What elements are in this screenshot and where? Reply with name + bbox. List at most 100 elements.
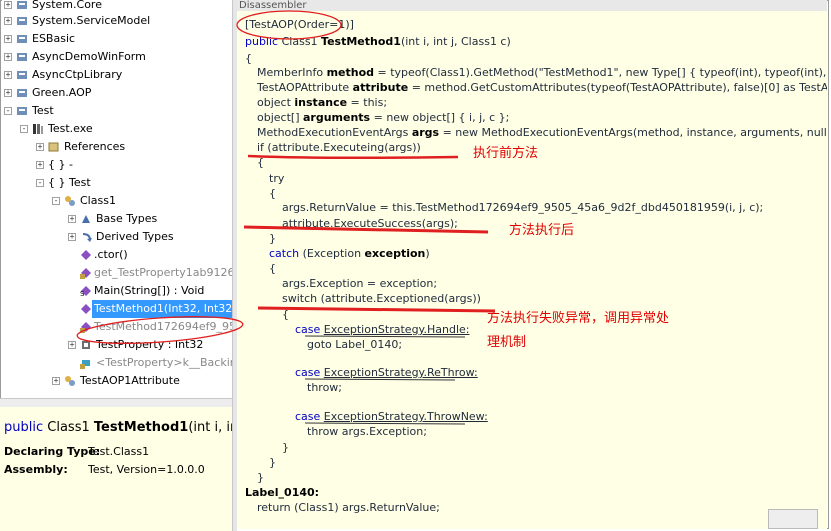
tree-item-asyncctplibrary[interactable]: + AsyncCtpLibrary (2, 66, 232, 84)
code-line-args: MethodExecutionEventArgs args = new Meth… (257, 126, 827, 139)
tree-item-label: Base Types (96, 212, 158, 225)
code-line-returnvalue: args.ReturnValue = this.TestMethod172694… (282, 201, 764, 214)
code-line-memberinfo: MemberInfo method = typeof(Class1).GetMe… (257, 66, 827, 79)
code-line-executesuccess: attribute.ExecuteSuccess(args); (282, 217, 458, 230)
disassembler-title: Disassembler (237, 0, 827, 11)
annotation-after: 方法执行后 (509, 223, 575, 238)
property-icon (82, 341, 90, 349)
tree-item-testproperty[interactable]: + TestProperty : Int32 (2, 336, 232, 354)
code-line-switch: switch (attribute.Exceptioned(args)) (282, 292, 481, 305)
expand-icon[interactable]: + (4, 1, 12, 9)
method-signature: public Class1 TestMethod1(int i, int j, (4, 420, 232, 435)
tree-item-asyncdemowinform[interactable]: + AsyncDemoWinForm (2, 48, 232, 66)
expand-icon[interactable]: + (4, 71, 12, 79)
code-brace: { (269, 262, 276, 275)
tree-item-base-types[interactable]: + Base Types (2, 210, 232, 228)
expand-icon[interactable]: + (4, 17, 12, 25)
code-brace: } (282, 441, 289, 454)
tree-item-label: Test (32, 104, 54, 117)
references-icon (48, 142, 59, 152)
tree-item-test[interactable]: - Test (2, 102, 232, 120)
code-brace: { (257, 156, 264, 169)
tree-item-label: Derived Types (96, 230, 174, 243)
tree-item-label: References (64, 140, 126, 153)
tree-item-green-aop[interactable]: + Green.AOP (2, 84, 232, 102)
derived-types-icon (82, 233, 92, 242)
tree-item-references[interactable]: + References (2, 138, 232, 156)
code-brace: } (269, 232, 276, 245)
tree-item-label: AsyncCtpLibrary (32, 68, 123, 81)
expand-icon[interactable]: + (68, 341, 76, 349)
field-icon (80, 360, 90, 369)
code-case-handle: case ExceptionStrategy.Handle: (295, 323, 470, 336)
module-icon (33, 124, 43, 134)
declaring-type-link[interactable]: Test.Class1 (88, 445, 149, 458)
tree-item-testaop1attribute[interactable]: + TestAOP1Attribute (2, 372, 232, 390)
tree-item-label-selected: TestMethod1(Int32, Int32, C (92, 300, 232, 318)
tree-item-esbasic[interactable]: + ESBasic (2, 30, 232, 48)
tree-item-main[interactable]: S Main(String[]) : Void (2, 282, 232, 300)
tree-item-label: Class1 (80, 194, 116, 207)
tree-item-label: AsyncDemoWinForm (32, 50, 146, 63)
member-info-pane: public Class1 TestMethod1(int i, int j, … (0, 407, 232, 531)
class-icon (65, 376, 75, 386)
expand-icon[interactable]: + (52, 377, 60, 385)
code-line-instance: object instance = this; (257, 96, 388, 109)
base-types-icon (82, 215, 90, 223)
code-throw: throw; (307, 381, 342, 394)
code-return: return (Class1) args.ReturnValue; (257, 501, 440, 514)
expand-icon[interactable]: + (36, 143, 44, 151)
code-try: try (269, 172, 285, 185)
code-brace: } (269, 456, 276, 469)
expand-icon[interactable]: + (4, 89, 12, 97)
collapse-icon[interactable]: - (52, 197, 60, 205)
tree-item-system-servicemodel[interactable]: + System.ServiceModel (2, 12, 232, 30)
code-brace: { (282, 308, 289, 321)
assembly-tree[interactable]: + System.Core + System.ServiceModel + ES… (2, 0, 232, 398)
tree-item-label: { } Test (48, 176, 91, 189)
collapse-icon[interactable]: - (4, 107, 12, 115)
code-line-signature: public Class1 TestMethod1(int i, int j, … (245, 35, 511, 48)
collapse-icon[interactable]: - (36, 179, 44, 187)
tree-item-label: { } - (48, 158, 73, 171)
collapse-icon[interactable]: - (20, 125, 28, 133)
tree-item-namespace-empty[interactable]: + { } - (2, 156, 232, 174)
code-line-catch: catch (Exception exception) (269, 247, 430, 260)
tree-item-label: get_TestProperty1ab91260 (94, 266, 232, 279)
code-line-attribute-var: TestAOPAttribute attribute = method.GetC… (257, 81, 827, 94)
code-brace: { (245, 52, 252, 65)
code-brace: } (257, 471, 264, 484)
expand-icon[interactable]: + (4, 35, 12, 43)
annotation-fail-line2: 理机制 (487, 335, 527, 350)
tree-item-derived-types[interactable]: + Derived Types (2, 228, 232, 246)
tree-item-label: System.ServiceModel (32, 14, 151, 27)
tree-item-ctor[interactable]: .ctor() (2, 246, 232, 264)
method-icon (81, 304, 91, 314)
assembly-link[interactable]: Test, Version=1.0.0.0 (88, 463, 205, 476)
tree-item-testmethod172694[interactable]: TestMethod172694ef9_950 (2, 318, 232, 336)
declaring-type-row: Declaring Type:Test.Class1 (4, 445, 150, 458)
tree-item-testmethod1[interactable]: TestMethod1(Int32, Int32, C (2, 300, 232, 318)
code-goto: goto Label_0140; (307, 338, 403, 351)
static-method-icon: S (80, 286, 91, 297)
tree-item-label: .ctor() (94, 248, 128, 261)
disassembler-pane[interactable]: Disassembler [TestAOP(Order=1)] public C… (237, 0, 827, 529)
code-throw-exception: throw args.Exception; (307, 425, 427, 438)
tree-item-get-testproperty[interactable]: get_TestProperty1ab91260 (2, 264, 232, 282)
tree-item-label: ESBasic (32, 32, 76, 45)
assembly-icon (17, 89, 27, 97)
tree-item-backing-field[interactable]: <TestProperty>k__Backing (2, 354, 232, 372)
tree-item-namespace-test[interactable]: - { } Test (2, 174, 232, 192)
tree-item-test-exe[interactable]: - Test.exe (2, 120, 232, 138)
method-icon (81, 250, 91, 260)
assembly-icon (17, 71, 27, 79)
code-brace: { (269, 187, 276, 200)
expand-icon[interactable]: + (36, 161, 44, 169)
expand-icon[interactable]: + (4, 53, 12, 61)
expand-icon[interactable]: + (68, 215, 76, 223)
private-method-icon (80, 268, 91, 279)
expand-icon[interactable]: + (68, 233, 76, 241)
tree-item-class1[interactable]: - Class1 (2, 192, 232, 210)
tree-item-label: <TestProperty>k__Backing (96, 356, 232, 369)
tree-item-label: Green.AOP (32, 86, 92, 99)
